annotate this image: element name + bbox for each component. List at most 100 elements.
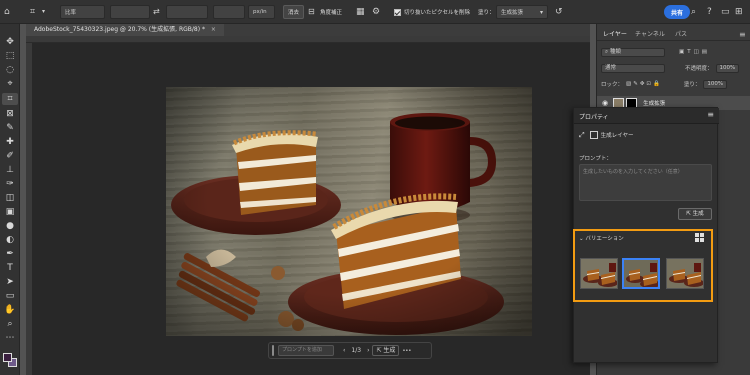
marquee-tool-icon[interactable]: ⬚ [2, 50, 18, 62]
swap-icon[interactable]: ⇄ [153, 5, 163, 19]
grid-overlay-icon[interactable]: ▦ [356, 5, 366, 19]
prompt-input[interactable]: 生成したいものを入力してください（任意） [579, 164, 712, 201]
variation-thumbnail-2[interactable] [622, 258, 660, 289]
ratio-select[interactable]: 比率 [60, 5, 105, 19]
variation-image-3 [667, 259, 703, 288]
color-swatches[interactable] [3, 353, 17, 367]
arrange-icon[interactable]: ⊞ [735, 5, 747, 19]
close-icon[interactable]: × [211, 26, 216, 33]
eraser-tool-icon[interactable]: ◫ [2, 192, 18, 204]
canvas-image[interactable] [166, 87, 532, 336]
straighten-icon: ⊟ [308, 7, 315, 16]
document-tab-bar: AdobeStock_75430323.jpeg @ 20.7% (生成拡張, … [26, 24, 590, 36]
path-select-icon[interactable]: ➤ [2, 276, 18, 288]
straighten-button[interactable]: 角度補正 [320, 5, 342, 19]
generate-button[interactable]: ⇱ 生成 [678, 208, 712, 220]
share-button[interactable]: 共有 [664, 5, 691, 19]
tab-paths[interactable]: パス [675, 28, 687, 41]
lock-label: ロック： [601, 82, 624, 88]
opacity-field[interactable]: 100% [715, 63, 740, 73]
lasso-tool-icon[interactable]: ◌ [2, 64, 18, 76]
clone-stamp-icon[interactable]: ⊥ [2, 164, 18, 176]
chevron-right-icon[interactable]: › [364, 347, 372, 354]
fill-field[interactable]: 100% [703, 79, 728, 89]
move-tool-icon[interactable]: ✥ [2, 36, 18, 48]
object-select-tool-icon[interactable]: ⌖ [2, 78, 18, 90]
kind-filter-label: 種類 [609, 48, 621, 55]
taskbar-generate-button[interactable]: ⇱ 生成 [372, 345, 400, 356]
lock-icons[interactable]: ▧✎✥⊡🔒 [626, 81, 662, 87]
delete-cropped-label: 切り抜いたピクセルを削除 [404, 10, 471, 16]
taskbar-generate-label: 生成 [383, 347, 396, 354]
height-field[interactable] [166, 5, 208, 19]
blur-tool-icon[interactable]: ● [2, 220, 18, 232]
properties-header: プロパティ ≡ [574, 108, 719, 124]
width-field[interactable] [110, 5, 150, 19]
unit-label: px/in [253, 9, 267, 15]
variation-thumbnail-1[interactable] [580, 258, 618, 289]
panel-menu-icon[interactable]: ≡ [739, 28, 746, 41]
blend-row: 通常 不透明度： 100% [601, 63, 740, 73]
fill-label-text: 塗り： [478, 10, 495, 16]
fill-value: 100% [707, 80, 724, 87]
variation-image-2 [624, 260, 658, 287]
shape-tool-icon[interactable]: ▭ [2, 290, 18, 302]
blend-mode-select[interactable]: 通常 [601, 63, 665, 73]
drag-handle[interactable] [272, 345, 274, 356]
history-brush-icon[interactable]: ✑ [2, 178, 18, 190]
tab-layers-label: レイヤー [603, 31, 627, 38]
taskbar-prompt-input[interactable]: プロンプトを追加 [278, 345, 334, 356]
tab-channels[interactable]: チャンネル [635, 28, 665, 41]
variation-thumbnail-3[interactable] [666, 258, 704, 289]
fill-label: 塗り： [478, 5, 495, 19]
straighten-label: 角度補正 [320, 10, 343, 16]
pen-tool-icon[interactable]: ✒ [2, 248, 18, 260]
filter-icons[interactable]: ▣T◫▤ [679, 49, 710, 55]
eyedropper-tool-icon[interactable]: ✎ [2, 122, 18, 134]
fill-select[interactable]: 生成拡張 ▾ [496, 5, 548, 19]
opacity-label: 不透明度： [685, 66, 713, 72]
cake-photo-illustration [166, 87, 532, 336]
delete-cropped-checkbox[interactable]: 切り抜いたピクセルを削除 [394, 5, 470, 19]
lock-row: ロック： ▧✎✥⊡🔒 塗り： 100% [601, 79, 728, 89]
panel-menu-icon[interactable]: ≡ [707, 110, 714, 119]
gradient-tool-icon[interactable]: ▣ [2, 206, 18, 218]
more-tools-icon[interactable]: ⋯ [2, 332, 18, 344]
layer-type-label: 生成レイヤー [600, 133, 634, 139]
gear-icon[interactable]: ⚙ [372, 5, 382, 19]
crop-tool-icon[interactable]: ⌗ [2, 93, 18, 105]
search-icon[interactable]: ⌕ [691, 5, 703, 19]
options-bar: ⌂ ⌗ ▾ 比率 ⇄ px/in 消去 ⊟ 角度補正 ▦ ⚙ 切り抜いたピクセル… [0, 0, 750, 24]
more-options-button[interactable]: ••• [399, 348, 414, 354]
clear-button[interactable]: 消去 [283, 5, 305, 19]
zoom-tool-icon[interactable]: ⌕ [2, 318, 18, 330]
crop-tool-icon[interactable]: ⌗ [30, 5, 42, 19]
foreground-color-swatch[interactable] [3, 353, 12, 362]
ratio-label: 比率 [65, 10, 77, 16]
hand-tool-icon[interactable]: ✋ [2, 304, 18, 316]
chevron-down-icon[interactable]: ▾ [42, 5, 50, 19]
eye-icon[interactable]: ◉ [602, 99, 608, 107]
help-icon[interactable]: ? [707, 5, 719, 19]
type-tool-icon[interactable]: T [2, 262, 18, 274]
grid-view-icon[interactable] [695, 233, 704, 242]
fill-value: 生成拡張 [501, 10, 524, 16]
frame-tool-icon[interactable]: ⊠ [2, 108, 18, 120]
dodge-tool-icon[interactable]: ◐ [2, 234, 18, 246]
reset-icon[interactable]: ↺ [555, 5, 565, 19]
document-tab[interactable]: AdobeStock_75430323.jpeg @ 20.7% (生成拡張, … [26, 24, 224, 36]
unit-select[interactable]: px/in [248, 5, 275, 19]
workspace-icon[interactable]: ▭ [721, 5, 733, 19]
healing-brush-icon[interactable]: ✚ [2, 136, 18, 148]
variations-header[interactable]: ⌄ バリエーション [579, 234, 624, 242]
tab-layers[interactable]: レイヤー [603, 28, 627, 41]
resolution-field[interactable] [213, 5, 245, 19]
blend-mode-label: 通常 [605, 64, 617, 71]
tab-channels-label: チャンネル [635, 31, 665, 38]
kind-filter-select[interactable]: ⌕ 種類 [601, 47, 665, 57]
home-icon[interactable]: ⌂ [4, 5, 16, 19]
brush-tool-icon[interactable]: ✐ [2, 150, 18, 162]
generate-icon: ⇱ [376, 347, 382, 354]
chevron-left-icon[interactable]: ‹ [340, 347, 348, 354]
layer-type-row: ⤢ 生成レイヤー [579, 130, 633, 140]
